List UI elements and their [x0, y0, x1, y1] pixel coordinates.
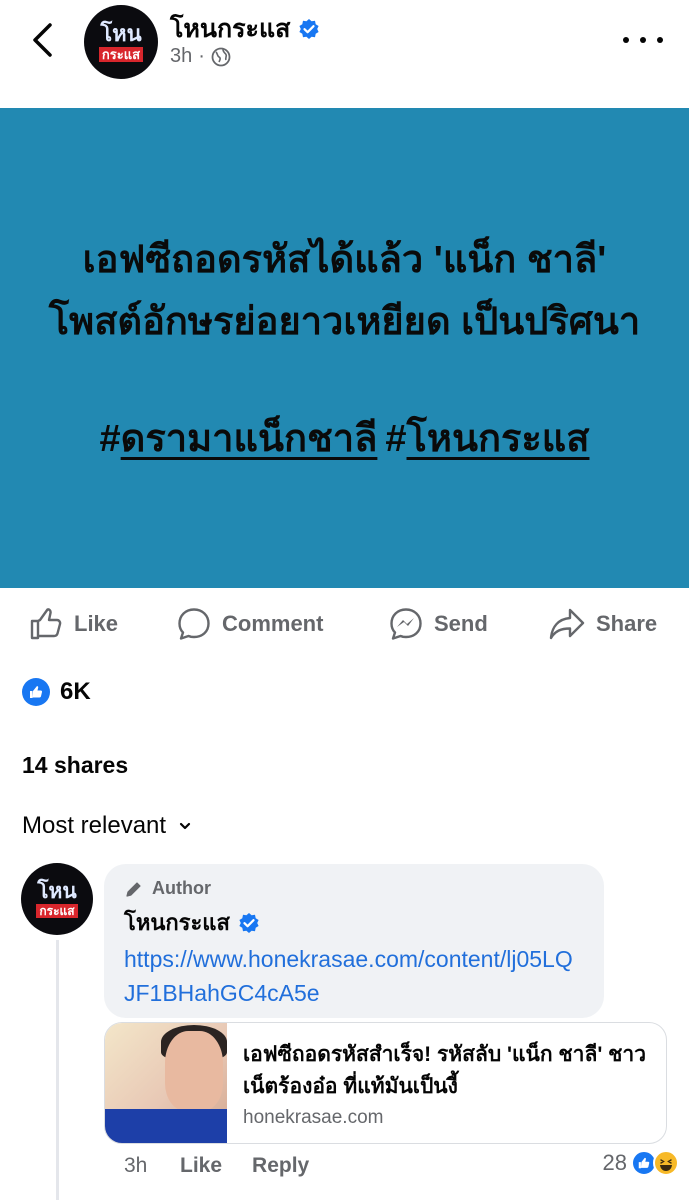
comment-bubble-icon	[178, 608, 210, 640]
share-arrow-icon	[549, 608, 585, 640]
send-label: Send	[434, 611, 488, 636]
comment-bubble[interactable]: Author โหนกระแส https://www.honekrasae.c…	[104, 864, 604, 1018]
logo-top-text: โหน	[100, 20, 142, 46]
comment-like-button[interactable]: Like	[180, 1154, 222, 1178]
link-preview-title: เอฟซีถอดรหัสสำเร็จ! รหัสลับ 'แน็ก ชาลี' …	[243, 1043, 646, 1098]
comment-reactions[interactable]: 28	[603, 1150, 679, 1176]
comment-reply-button[interactable]: Reply	[252, 1154, 309, 1178]
page-name[interactable]: โหนกระแส	[170, 9, 320, 49]
messenger-icon	[390, 608, 422, 640]
share-count[interactable]: 14 shares	[22, 752, 128, 779]
reaction-summary[interactable]: 6K	[22, 678, 91, 706]
reaction-count: 6K	[60, 678, 91, 705]
logo-bottom-text: กระแส	[98, 46, 144, 62]
thread-line	[56, 940, 59, 1200]
author-badge-label: Author	[152, 878, 211, 898]
verified-badge-icon	[298, 18, 320, 40]
hashtag[interactable]: #โหนกระแส	[385, 407, 589, 468]
author-badge: Author	[124, 878, 584, 899]
chevron-left-icon	[33, 23, 52, 57]
more-options-icon[interactable]	[623, 30, 663, 50]
like-reaction-icon	[22, 678, 50, 706]
back-button[interactable]	[22, 20, 62, 60]
post-image[interactable]: เอฟซีถอดรหัสได้แล้ว 'แน็ก ชาลี' โพสต์อัก…	[0, 108, 689, 588]
post-headline: เอฟซีถอดรหัสได้แล้ว 'แน็ก ชาลี' โพสต์อัก…	[48, 238, 641, 343]
comment-reaction-count: 28	[602, 1150, 627, 1175]
comment-footer: 3h Like Reply 28	[124, 1150, 679, 1178]
haha-reaction-icon	[653, 1150, 679, 1176]
logo-top-text: โหน	[37, 879, 77, 903]
thumbs-up-icon	[30, 608, 62, 640]
comment-time: 3h	[124, 1154, 148, 1177]
link-preview-thumbnail	[105, 1023, 227, 1143]
comment-label: Comment	[222, 611, 324, 636]
comment-button[interactable]: Comment	[176, 606, 323, 642]
comment-sort-dropdown[interactable]: Most relevant	[22, 812, 192, 840]
link-preview-domain: honekrasae.com	[243, 1107, 384, 1128]
verified-badge-icon	[238, 912, 260, 934]
post-header: โหน กระแส โหนกระแส 3h ·	[0, 0, 689, 108]
share-button[interactable]: Share	[548, 606, 657, 642]
post-meta: 3h ·	[170, 45, 231, 68]
post-time: 3h	[170, 45, 193, 67]
send-button[interactable]: Send	[388, 606, 488, 642]
globe-icon	[211, 47, 231, 66]
link-preview-card[interactable]: เอฟซีถอดรหัสสำเร็จ! รหัสลับ 'แน็ก ชาลี' …	[104, 1022, 667, 1144]
share-label: Share	[596, 611, 658, 636]
hashtag[interactable]: #ดรามาแน็กชาลี	[100, 407, 378, 468]
like-label: Like	[74, 611, 119, 636]
comment-link[interactable]: https://www.honekrasae.com/content/lj05L…	[124, 942, 584, 1010]
page-avatar[interactable]: โหน กระแส	[84, 5, 158, 79]
chevron-down-icon	[179, 822, 191, 830]
post-hashtags: #ดรามาแน็กชาลี #โหนกระแส	[100, 407, 590, 468]
logo-bottom-text: กระแส	[36, 903, 78, 918]
commenter-name[interactable]: โหนกระแส	[124, 905, 584, 940]
post-action-bar: Like Comment Send Share	[0, 598, 689, 650]
pen-icon	[126, 881, 141, 897]
page-name-text: โหนกระแส	[170, 15, 291, 43]
commenter-name-text: โหนกระแส	[124, 910, 230, 935]
commenter-avatar[interactable]: โหน กระแส	[21, 863, 93, 935]
sort-label: Most relevant	[22, 812, 167, 839]
like-button[interactable]: Like	[28, 606, 118, 642]
